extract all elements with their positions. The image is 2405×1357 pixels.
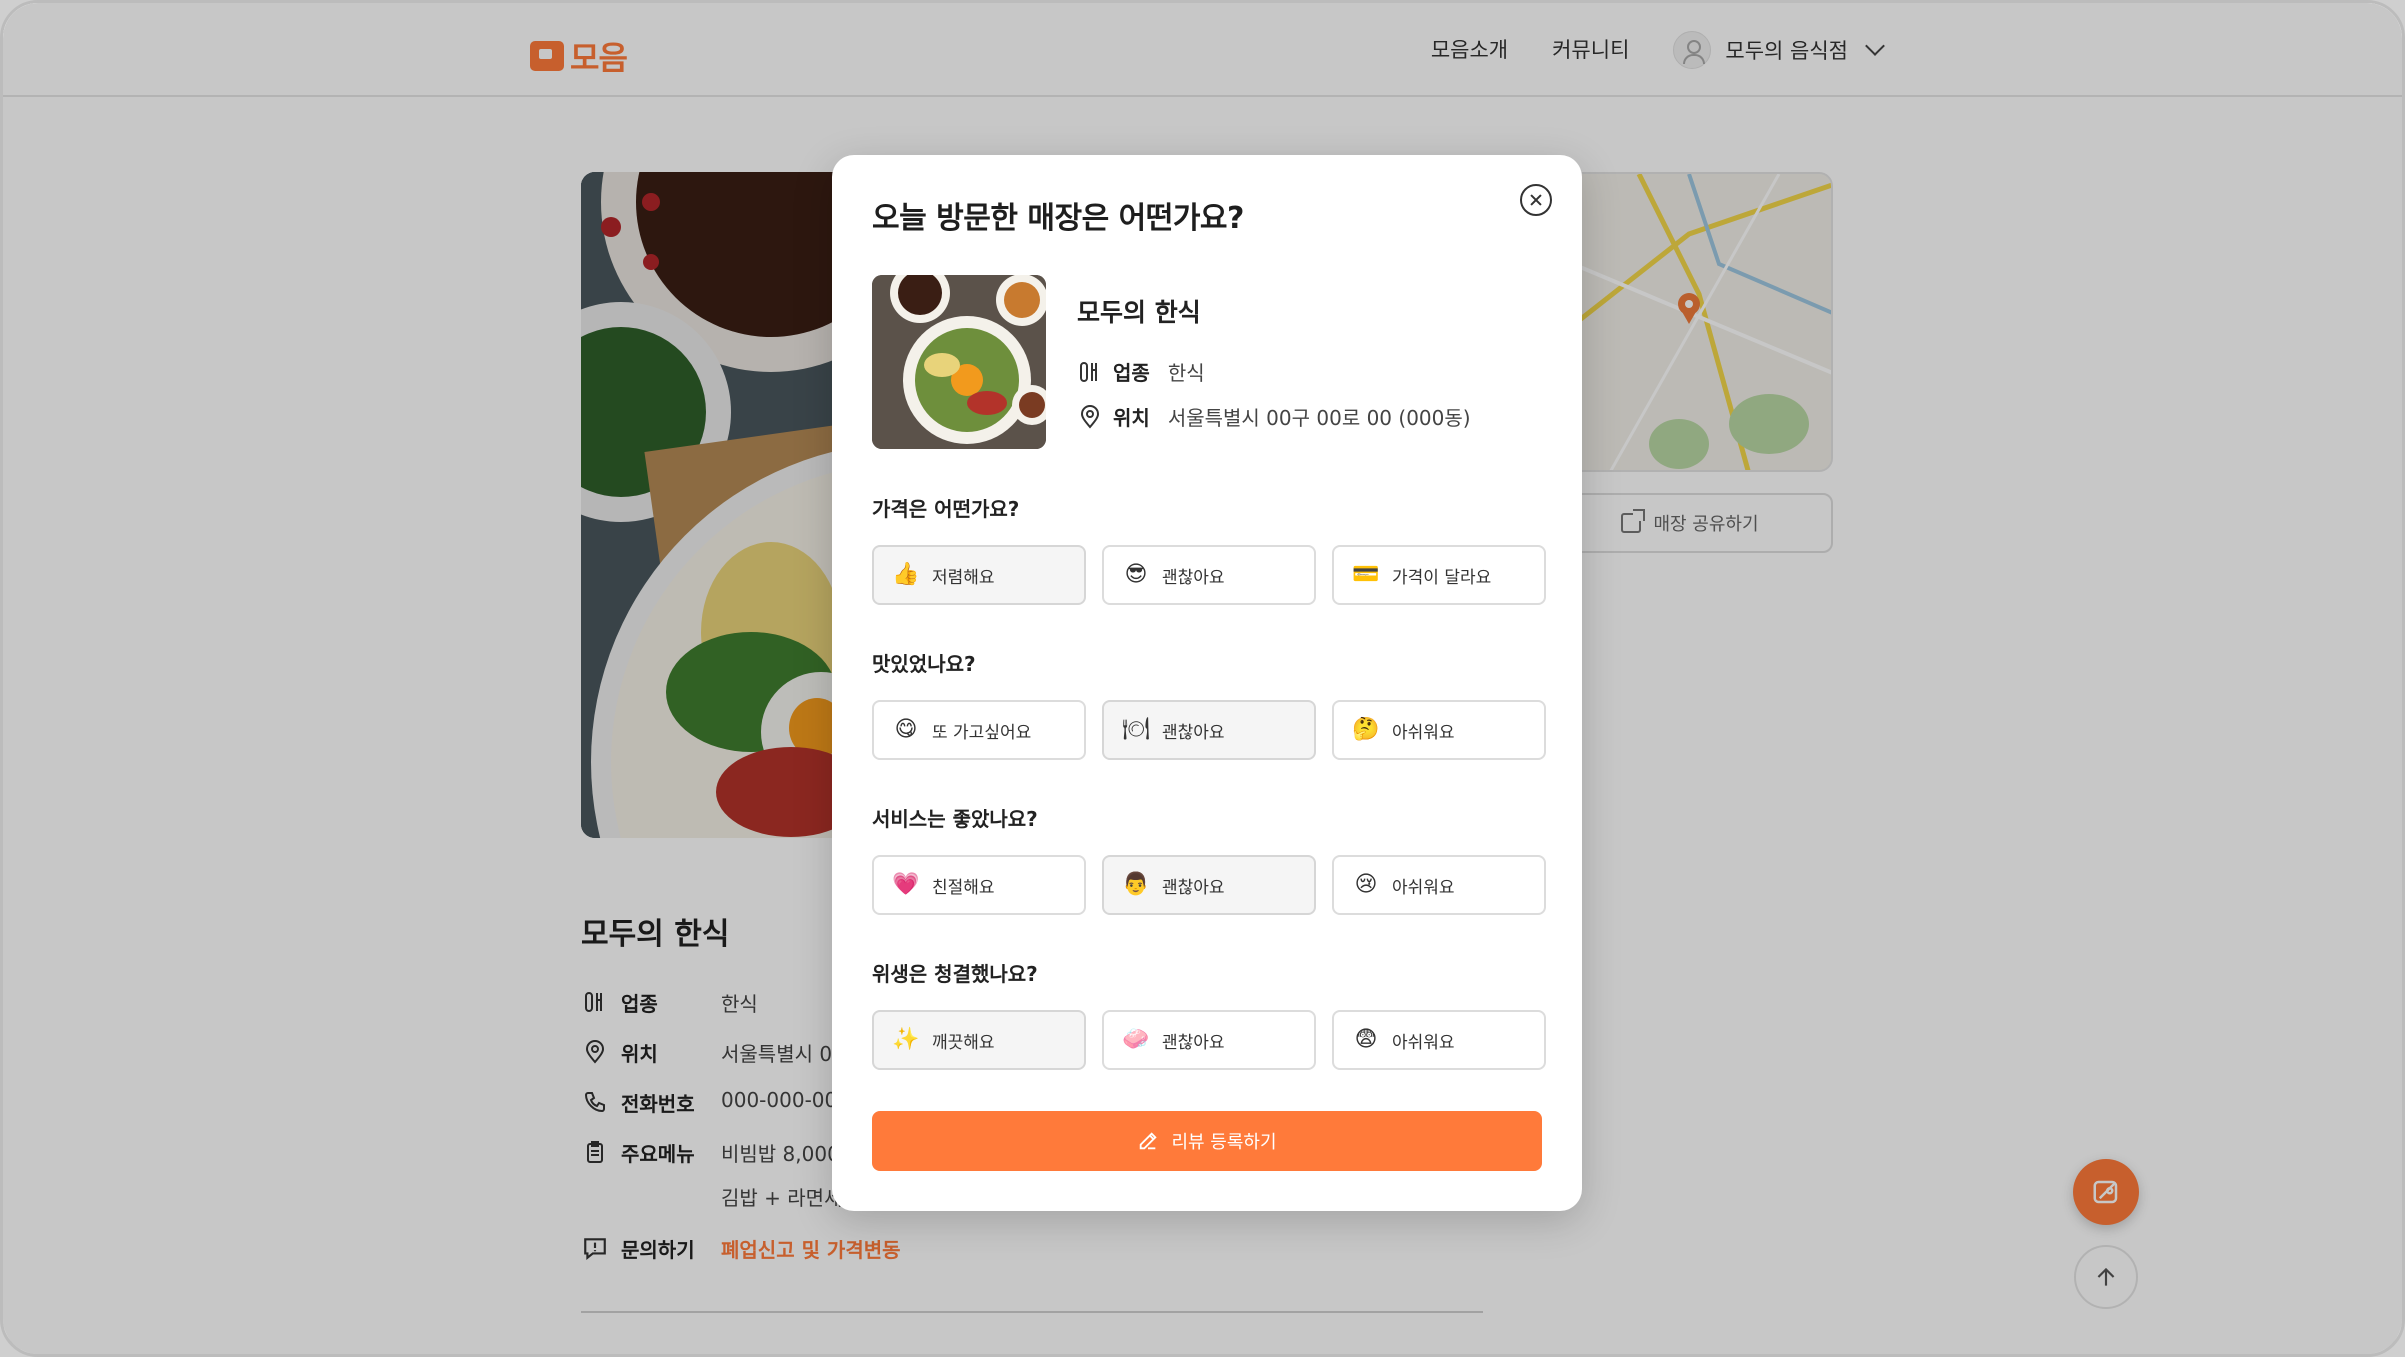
thumbs-up-icon: 👍 bbox=[892, 562, 920, 587]
pencil-icon bbox=[1140, 1132, 1158, 1150]
sparkles-icon: ✨ bbox=[892, 1027, 920, 1052]
option-service-bad[interactable]: 😢 아쉬워요 bbox=[1332, 855, 1546, 915]
thinking-face-icon: 🤔 bbox=[1352, 717, 1380, 742]
option-hygiene-ok[interactable]: 🧼 괜찮아요 bbox=[1102, 1010, 1316, 1070]
utensils-icon bbox=[1077, 359, 1103, 385]
review-modal: 오늘 방문한 매장은 어떤가요? 모두의 한식 업종 한식 위치 서울특별시 0… bbox=[832, 155, 1582, 1211]
submit-review-button[interactable]: 리뷰 등록하기 bbox=[872, 1111, 1542, 1171]
options-taste: 😋 또 가고싶어요 🍽 괜찮아요 🤔 아쉬워요 bbox=[872, 700, 1546, 760]
close-icon[interactable] bbox=[1520, 184, 1552, 216]
option-label: 괜찮아요 bbox=[1162, 722, 1225, 743]
option-price-different[interactable]: 💳 가격이 달라요 bbox=[1332, 545, 1546, 605]
option-label: 친절해요 bbox=[932, 877, 995, 898]
category-label: 업종 bbox=[1113, 361, 1150, 385]
sad-face-icon: 😢 bbox=[1354, 872, 1378, 897]
credit-card-icon: 💳 bbox=[1352, 562, 1380, 587]
category-value: 한식 bbox=[1167, 361, 1205, 385]
options-price: 👍 저렴해요 😎 괜찮아요 💳 가격이 달라요 bbox=[872, 545, 1546, 605]
option-label: 저렴해요 bbox=[932, 567, 995, 588]
option-hygiene-bad[interactable]: 😨 아쉬워요 bbox=[1332, 1010, 1546, 1070]
modal-title: 오늘 방문한 매장은 어떤가요? bbox=[872, 201, 1244, 236]
yum-face-icon: 😋 bbox=[894, 717, 918, 742]
option-price-cheap[interactable]: 👍 저렴해요 bbox=[872, 545, 1086, 605]
option-label: 아쉬워요 bbox=[1392, 877, 1455, 898]
option-service-kind[interactable]: 💗 친절해요 bbox=[872, 855, 1086, 915]
modal-store-location: 위치 서울특별시 00구 00로 00 (000동) bbox=[1077, 402, 1471, 431]
option-label: 깨끗해요 bbox=[932, 1032, 995, 1053]
fearful-face-icon: 😨 bbox=[1354, 1027, 1378, 1052]
options-service: 💗 친절해요 👨 괜찮아요 😢 아쉬워요 bbox=[872, 855, 1546, 915]
option-label: 가격이 달라요 bbox=[1392, 567, 1492, 588]
sunglasses-face-icon: 😎 bbox=[1124, 562, 1148, 587]
location-label: 위치 bbox=[1113, 406, 1150, 430]
plate-cutlery-icon: 🍽 bbox=[1122, 717, 1150, 742]
option-label: 아쉬워요 bbox=[1392, 722, 1455, 743]
option-taste-ok[interactable]: 🍽 괜찮아요 bbox=[1102, 700, 1316, 760]
option-service-ok[interactable]: 👨 괜찮아요 bbox=[1102, 855, 1316, 915]
question-price: 가격은 어떤가요? bbox=[872, 497, 1020, 521]
question-taste: 맛있었나요? bbox=[872, 652, 976, 676]
modal-store-name: 모두의 한식 bbox=[1077, 298, 1201, 327]
option-label: 괜찮아요 bbox=[1162, 567, 1225, 588]
heart-icon: 💗 bbox=[892, 872, 920, 897]
submit-label: 리뷰 등록하기 bbox=[1171, 1132, 1277, 1153]
question-service: 서비스는 좋았나요? bbox=[872, 807, 1038, 831]
store-thumbnail bbox=[872, 275, 1046, 449]
app-window: 모음 모음소개 커뮤니티 모두의 음식점 매장 공유하기 모두의 한식 업종 한… bbox=[0, 0, 2405, 1357]
option-hygiene-clean[interactable]: ✨ 깨끗해요 bbox=[872, 1010, 1086, 1070]
soap-icon: 🧼 bbox=[1122, 1027, 1150, 1052]
option-taste-bad[interactable]: 🤔 아쉬워요 bbox=[1332, 700, 1546, 760]
option-label: 괜찮아요 bbox=[1162, 1032, 1225, 1053]
option-label: 또 가고싶어요 bbox=[932, 722, 1032, 743]
option-label: 괜찮아요 bbox=[1162, 877, 1225, 898]
options-hygiene: ✨ 깨끗해요 🧼 괜찮아요 😨 아쉬워요 bbox=[872, 1010, 1546, 1070]
modal-store-category: 업종 한식 bbox=[1077, 357, 1205, 386]
location-pin-icon bbox=[1077, 404, 1103, 430]
location-value: 서울특별시 00구 00로 00 (000동) bbox=[1167, 406, 1471, 430]
option-taste-again[interactable]: 😋 또 가고싶어요 bbox=[872, 700, 1086, 760]
option-label: 아쉬워요 bbox=[1392, 1032, 1455, 1053]
question-hygiene: 위생은 청결했나요? bbox=[872, 962, 1038, 986]
option-price-ok[interactable]: 😎 괜찮아요 bbox=[1102, 545, 1316, 605]
chef-icon: 👨 bbox=[1122, 872, 1150, 897]
